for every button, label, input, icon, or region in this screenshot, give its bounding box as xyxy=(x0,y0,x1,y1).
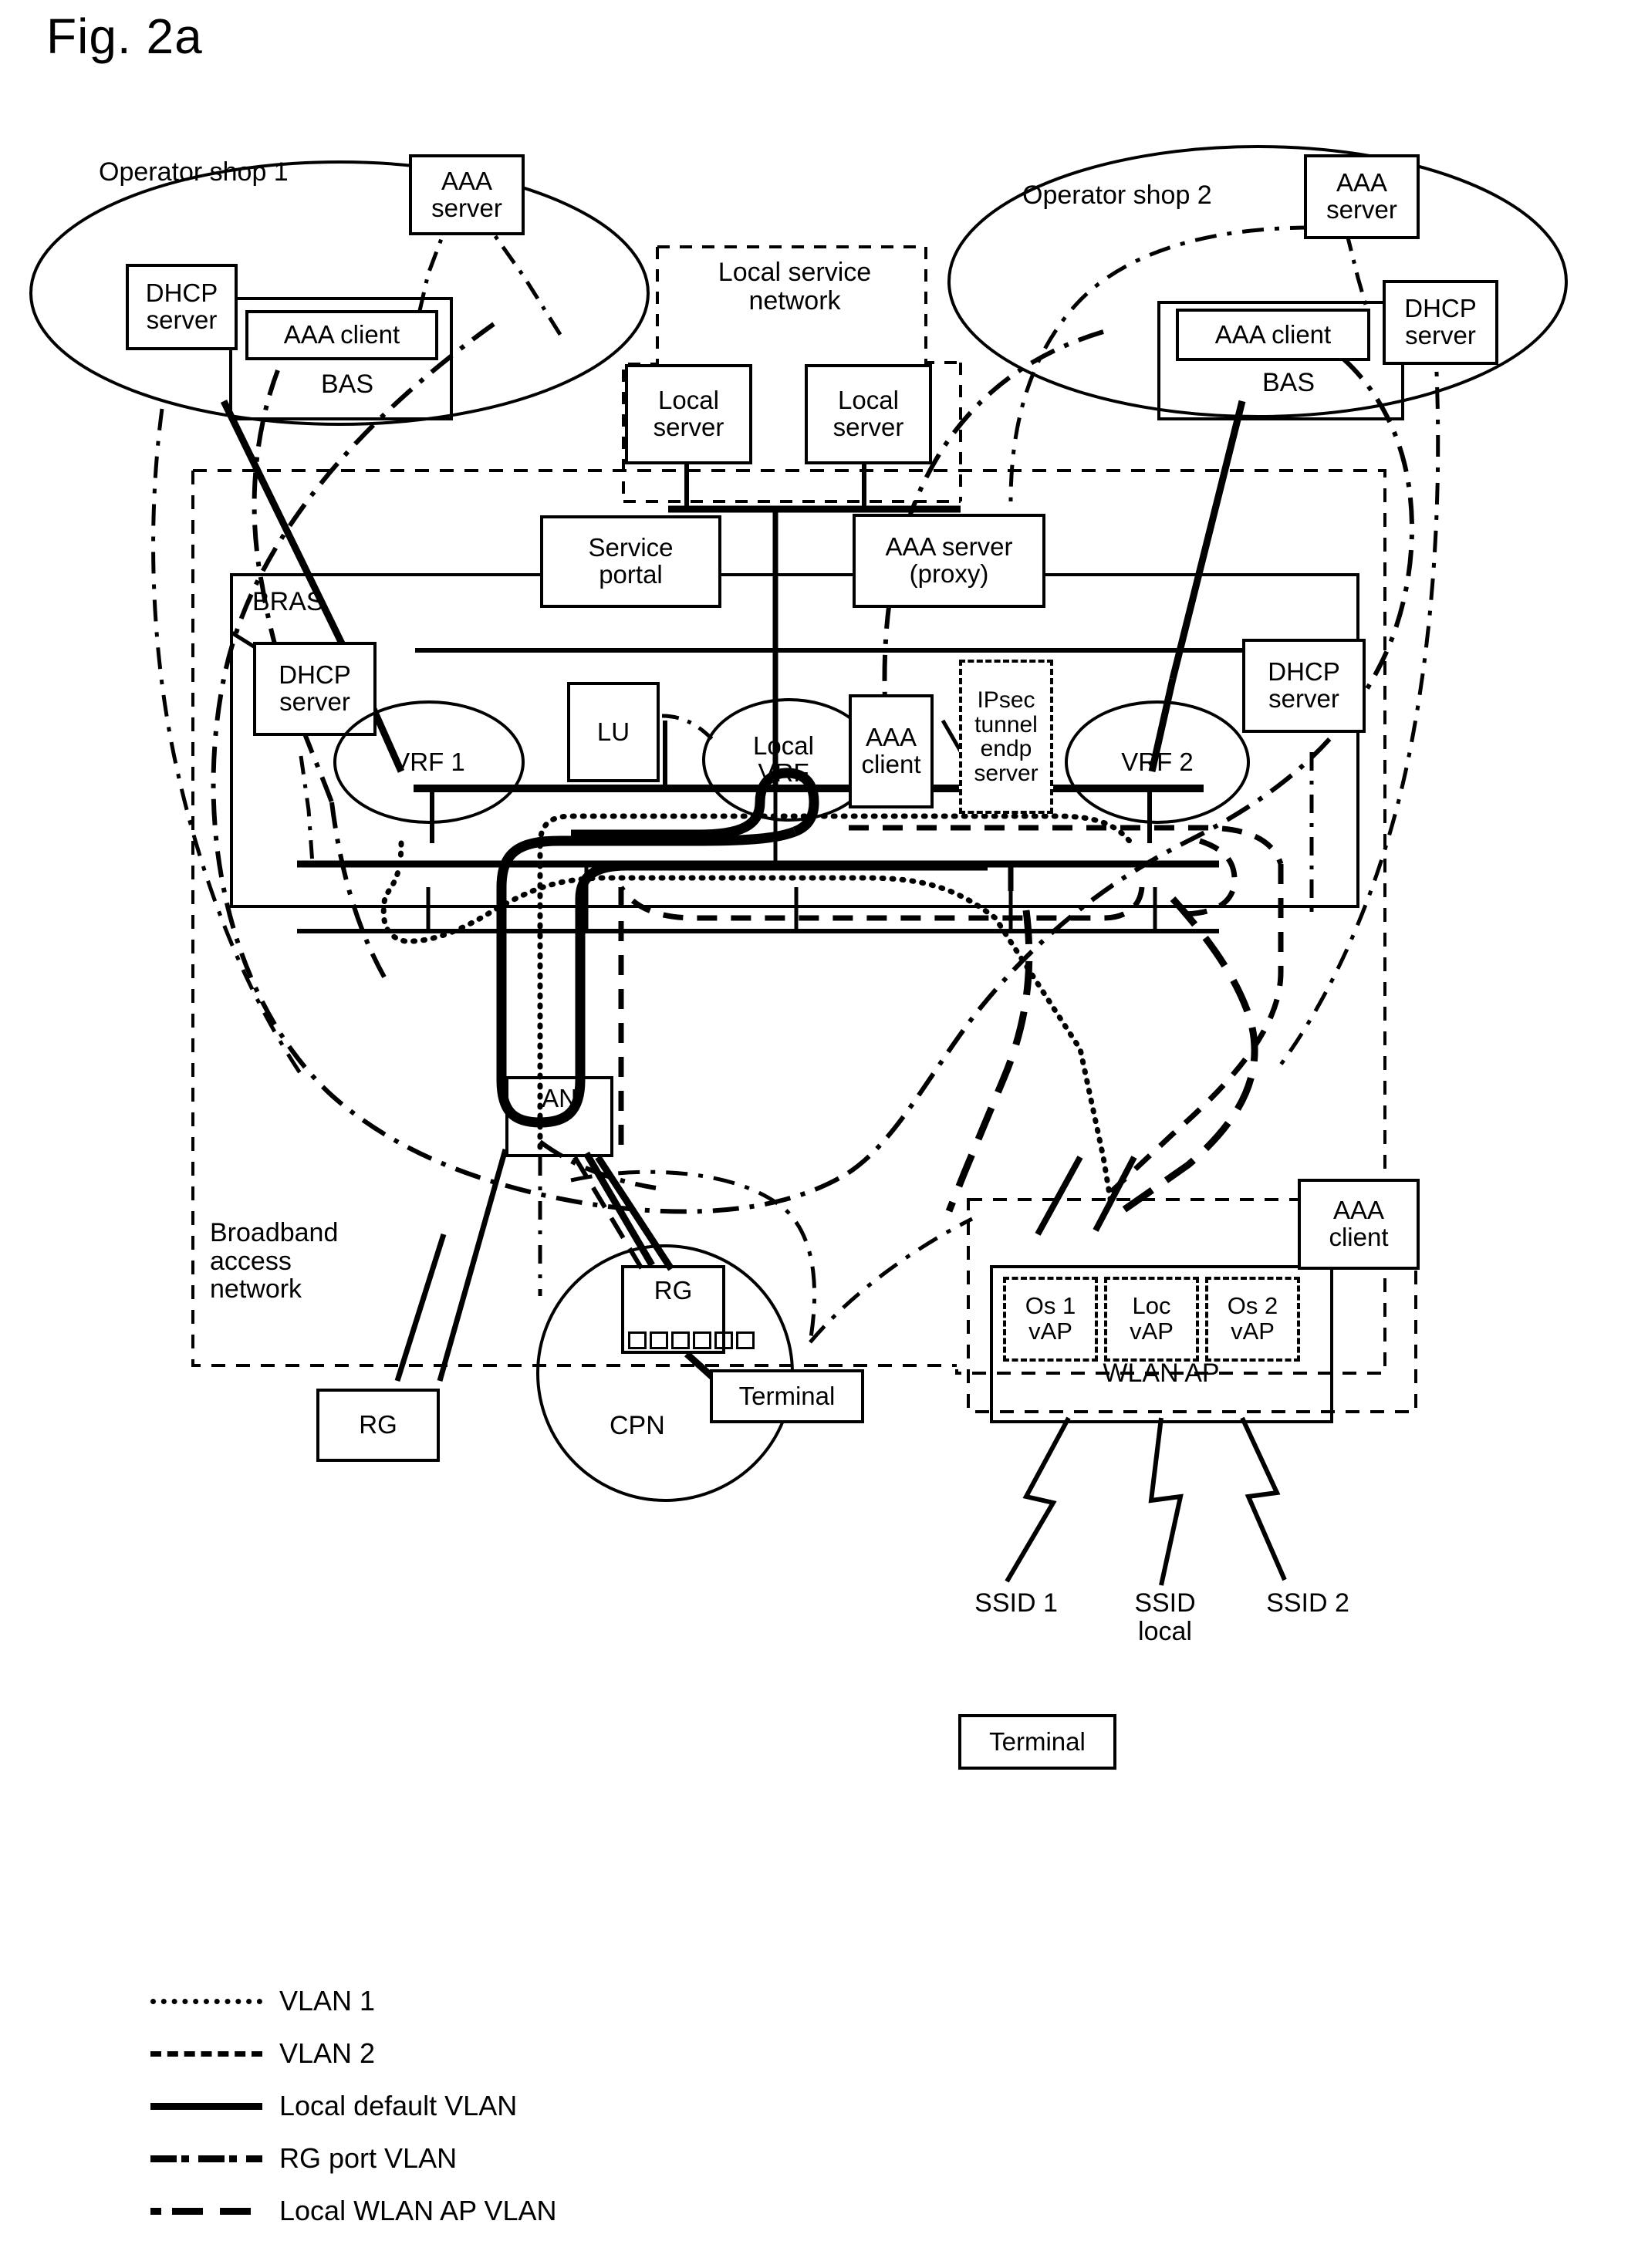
shop2-dhcp-server-label: DHCP server xyxy=(1404,294,1477,349)
legend-key-solid-icon xyxy=(150,2102,262,2110)
ipsec-tunnel-endp-server-box[interactable]: IPsec tunnel endp server xyxy=(959,660,1053,814)
wlan-aaa-client-label: AAA client xyxy=(1329,1196,1389,1251)
legend-label-rg-port-vlan: RG port VLAN xyxy=(279,2142,458,2174)
legend-key-dotted-icon xyxy=(150,1998,262,2004)
ssid-local-label: SSID local xyxy=(1134,1588,1196,1647)
rg-standalone-label: RG xyxy=(359,1410,397,1439)
rg-ports-icon xyxy=(628,1331,755,1349)
an-box[interactable]: AN xyxy=(505,1076,613,1157)
vap-loc-box[interactable]: Loc vAP xyxy=(1104,1277,1199,1362)
vrf1-ellipse[interactable]: VRF 1 xyxy=(333,700,525,824)
legend-label-vlan-1: VLAN 1 xyxy=(279,1985,376,2017)
region-label-cpn: CPN xyxy=(610,1411,665,1440)
legend-row-local-default-vlan: Local default VLAN xyxy=(150,2080,845,2132)
terminal-legend-box[interactable]: Terminal xyxy=(958,1714,1116,1770)
vap-os1-label: Os 1 vAP xyxy=(1025,1292,1076,1345)
lu-label: LU xyxy=(596,717,630,746)
shop2-bas-label: BAS xyxy=(1261,368,1315,397)
shop2-aaa-server-box[interactable]: AAA server xyxy=(1304,154,1420,239)
shop2-aaa-client-box[interactable]: AAA client xyxy=(1176,309,1370,361)
bras-aaa-client-label: AAA client xyxy=(861,723,921,778)
rg-cpn-label: RG xyxy=(654,1276,693,1304)
legend-row-rg-port-vlan: RG port VLAN xyxy=(150,2132,845,2185)
legend-row-vlan-1: VLAN 1 xyxy=(150,1975,845,2027)
legend-key-dashed-icon xyxy=(150,2050,262,2057)
legend: VLAN 1 VLAN 2 Local default VLAN RG port… xyxy=(150,1975,845,2237)
an-label: AN xyxy=(542,1084,577,1112)
terminal-cpn-label: Terminal xyxy=(738,1381,836,1410)
region-label-broadband-access-network: Broadband access network xyxy=(210,1218,339,1304)
vrf2-dhcp-server-label: DHCP server xyxy=(1268,657,1340,713)
shop1-bas-label: BAS xyxy=(320,370,374,399)
vap-os2-label: Os 2 vAP xyxy=(1227,1292,1278,1345)
shop2-aaa-server-label: AAA server xyxy=(1326,168,1397,224)
shop1-aaa-client-label: AAA client xyxy=(283,320,400,349)
legend-label-vlan-2: VLAN 2 xyxy=(279,2037,376,2069)
vap-os2-box[interactable]: Os 2 vAP xyxy=(1205,1277,1300,1362)
vrf2-dhcp-server-box[interactable]: DHCP server xyxy=(1242,639,1366,733)
vap-os1-box[interactable]: Os 1 vAP xyxy=(1003,1277,1098,1362)
region-label-local-service-network: Local service network xyxy=(718,258,872,316)
legend-label-local-default-vlan: Local default VLAN xyxy=(279,2090,518,2121)
ipsec-tunnel-endp-server-label: IPsec tunnel endp server xyxy=(974,687,1039,786)
legend-key-dash-dot-icon xyxy=(150,2155,262,2162)
rg-standalone-box[interactable]: RG xyxy=(316,1389,440,1462)
shop2-dhcp-server-box[interactable]: DHCP server xyxy=(1383,280,1498,365)
ssid-2-label: SSID 2 xyxy=(1266,1588,1349,1618)
region-label-operator-shop-1: Operator shop 1 xyxy=(99,157,289,187)
bras-dhcp-server-label: DHCP server xyxy=(279,660,351,716)
shop1-dhcp-server-box[interactable]: DHCP server xyxy=(126,264,238,350)
aaa-server-proxy-box[interactable]: AAA server (proxy) xyxy=(853,514,1045,608)
shop1-dhcp-server-label: DHCP server xyxy=(145,278,218,334)
shop1-aaa-client-box[interactable]: AAA client xyxy=(245,310,438,360)
ssid-1-label: SSID 1 xyxy=(974,1588,1058,1618)
legend-row-local-wlan-ap-vlan: Local WLAN AP VLAN xyxy=(150,2185,845,2237)
shop1-aaa-server-box[interactable]: AAA server xyxy=(409,154,525,235)
legend-label-local-wlan-ap-vlan: Local WLAN AP VLAN xyxy=(279,2195,557,2226)
bras-aaa-client-box[interactable]: AAA client xyxy=(849,694,934,808)
region-label-bras: BRAS xyxy=(252,587,324,616)
wlan-aaa-client-box[interactable]: AAA client xyxy=(1298,1179,1420,1270)
legend-key-long-dash-icon xyxy=(150,2207,262,2215)
vrf1-label: VRF 1 xyxy=(393,747,465,776)
region-label-operator-shop-2: Operator shop 2 xyxy=(1022,181,1212,210)
figure-canvas: Fig. 2a Operator shop 1 Operator shop 2 … xyxy=(0,0,1638,2268)
lu-box[interactable]: LU xyxy=(567,682,660,782)
terminal-legend-label: Terminal xyxy=(989,1726,1086,1756)
local-server-1-label: Local server xyxy=(653,386,724,441)
legend-row-vlan-2: VLAN 2 xyxy=(150,2027,845,2080)
local-server-1-box[interactable]: Local server xyxy=(625,364,752,464)
vrf2-ellipse[interactable]: VRF 2 xyxy=(1065,700,1250,824)
service-portal-label: Service portal xyxy=(588,533,674,589)
shop2-aaa-client-label: AAA client xyxy=(1214,319,1332,349)
wlan-ap-label: WLAN AP xyxy=(1103,1358,1220,1388)
local-vrf-label: Local VRF xyxy=(753,731,814,787)
local-server-2-box[interactable]: Local server xyxy=(805,364,932,464)
terminal-cpn-box[interactable]: Terminal xyxy=(710,1369,864,1423)
service-portal-box[interactable]: Service portal xyxy=(540,515,721,608)
shop1-aaa-server-label: AAA server xyxy=(431,166,502,222)
aaa-server-proxy-label: AAA server (proxy) xyxy=(885,532,1013,588)
vrf2-label: VRF 2 xyxy=(1121,747,1194,776)
local-server-2-label: Local server xyxy=(833,386,904,441)
vap-loc-label: Loc vAP xyxy=(1130,1292,1174,1345)
